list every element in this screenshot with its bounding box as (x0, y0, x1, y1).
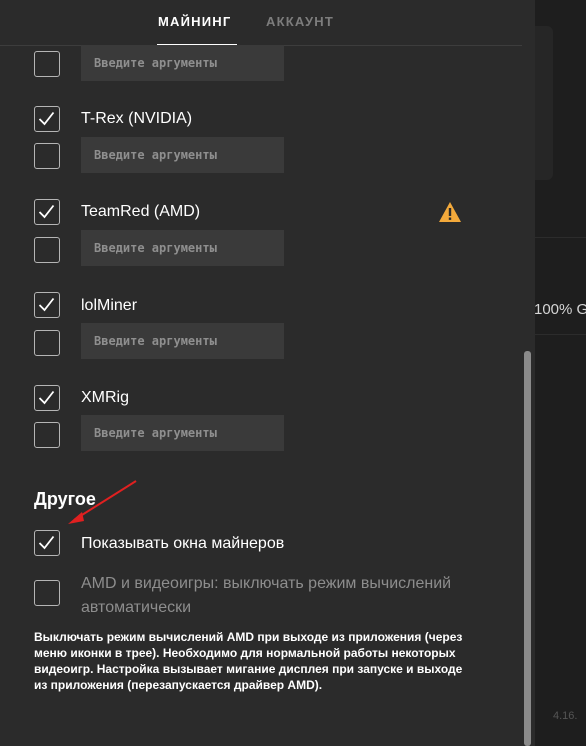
miner-checkbox-trex[interactable] (34, 106, 60, 132)
annotation-arrow-icon (68, 480, 137, 524)
args-field[interactable] (81, 45, 284, 81)
background-usage-text: 100% G (534, 301, 586, 318)
args-field-teamred[interactable] (81, 230, 284, 266)
scrollbar-thumb[interactable] (524, 351, 531, 746)
miner-checkbox-teamred[interactable] (34, 199, 60, 225)
tab-bar: МАЙНИНГ АККАУНТ (0, 0, 535, 46)
args-input-lolminer[interactable] (81, 323, 284, 359)
check-icon (38, 111, 55, 126)
amd-games-description: Выключать режим вычислений AMD при выход… (34, 630, 463, 692)
args-input-xmrig[interactable] (81, 415, 284, 451)
miner-label-teamred: TeamRed (AMD) (81, 203, 201, 220)
check-icon (38, 535, 55, 550)
args-input[interactable] (81, 45, 284, 81)
check-icon (38, 390, 55, 405)
args-input-trex[interactable] (81, 137, 284, 173)
amd-games-label[interactable]: AMD и видеоигры: выключать режим вычисле… (81, 572, 461, 620)
show-miner-windows-label[interactable]: Показывать окна майнеров (81, 535, 284, 553)
settings-panel: МАЙНИНГ АККАУНТ T-Rex (NVIDIA) TeamRed (… (0, 0, 535, 746)
args-checkbox-teamred[interactable] (34, 237, 60, 263)
background-divider (535, 334, 586, 335)
miner-checkbox-xmrig[interactable] (34, 385, 60, 411)
background-card (535, 26, 553, 180)
check-icon (38, 297, 55, 312)
miner-label-xmrig: XMRig (81, 389, 130, 406)
tab-account[interactable]: АККАУНТ (266, 14, 334, 29)
background-divider (535, 237, 586, 238)
args-checkbox-trex[interactable] (34, 143, 60, 169)
miner-label-trex: T-Rex (NVIDIA) (81, 110, 193, 127)
args-input-teamred[interactable] (81, 230, 284, 266)
args-checkbox-lolminer[interactable] (34, 330, 60, 356)
miner-checkbox-lolminer[interactable] (34, 292, 60, 318)
tab-mining[interactable]: МАЙНИНГ (158, 14, 231, 29)
amd-games-checkbox[interactable] (34, 580, 60, 606)
show-miner-windows-checkbox[interactable] (34, 530, 60, 556)
args-field-trex[interactable] (81, 137, 284, 173)
miner-label-lolminer: lolMiner (81, 297, 138, 314)
args-field-xmrig[interactable] (81, 415, 284, 451)
background-version-text: 4.16. (553, 710, 578, 722)
args-field-lolminer[interactable] (81, 323, 284, 359)
args-checkbox-xmrig[interactable] (34, 422, 60, 448)
warning-icon[interactable] (438, 201, 462, 223)
check-icon (38, 204, 55, 219)
args-checkbox[interactable] (34, 51, 60, 77)
